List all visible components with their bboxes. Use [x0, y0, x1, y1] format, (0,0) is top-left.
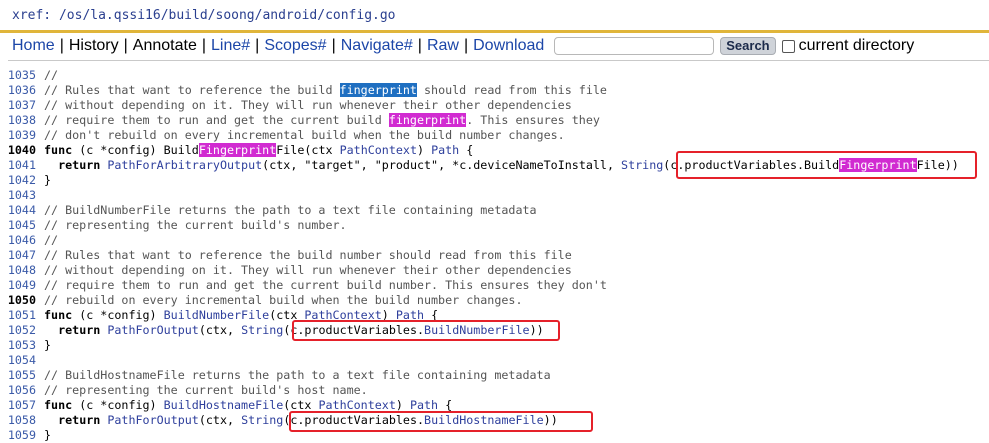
- code-text: // don't rebuild on every incremental bu…: [44, 128, 565, 142]
- code-text: func (c *config) BuildHostnameFile(ctx P…: [44, 398, 453, 412]
- line-number[interactable]: 1038: [0, 113, 44, 128]
- code-line: 1056// representing the current build's …: [0, 383, 989, 398]
- code-text: // BuildHostnameFile returns the path to…: [44, 368, 551, 382]
- current-directory-label: current directory: [798, 37, 915, 54]
- code-line: 1037// without depending on it. They wil…: [0, 98, 989, 113]
- line-number[interactable]: 1051: [0, 308, 44, 323]
- nav-navigate[interactable]: Navigate#: [341, 34, 413, 58]
- line-number[interactable]: 1043: [0, 188, 44, 203]
- line-number[interactable]: 1054: [0, 353, 44, 368]
- nav-scopes[interactable]: Scopes#: [264, 34, 326, 58]
- search-button[interactable]: Search: [720, 37, 776, 55]
- code-text: // without depending on it. They will ru…: [44, 263, 572, 277]
- code-line: 1043: [0, 188, 989, 203]
- nav-raw[interactable]: Raw: [427, 34, 459, 58]
- code-line: 1036// Rules that want to reference the …: [0, 83, 989, 98]
- code-line: 1046//: [0, 233, 989, 248]
- nav-separator: |: [201, 37, 206, 54]
- code-text: // rebuild on every incremental build wh…: [44, 293, 523, 307]
- search-input[interactable]: [554, 37, 715, 55]
- code-line: 1054: [0, 353, 989, 368]
- code-line: 1047// Rules that want to reference the …: [0, 248, 989, 263]
- code-text: func (c *config) BuildFingerprintFile(ct…: [44, 143, 474, 157]
- code-line: 1039// don't rebuild on every incrementa…: [0, 128, 989, 143]
- line-number[interactable]: 1057: [0, 398, 44, 413]
- line-number[interactable]: 1049: [0, 278, 44, 293]
- nav-line[interactable]: Line#: [211, 34, 250, 58]
- line-number[interactable]: 1042: [0, 173, 44, 188]
- nav-annotate[interactable]: Annotate: [133, 34, 197, 58]
- nav-separator: |: [255, 37, 260, 54]
- current-directory-checkbox[interactable]: [781, 39, 795, 53]
- highlight-box-1052: [292, 320, 560, 341]
- code-text: }: [44, 428, 52, 442]
- nav-history[interactable]: History: [69, 34, 119, 58]
- code-text: // without depending on it. They will ru…: [44, 98, 572, 112]
- line-number[interactable]: 1037: [0, 98, 44, 113]
- code-text: // Rules that want to reference the buil…: [44, 83, 607, 97]
- highlight-box-1058: [289, 411, 593, 432]
- code-line: 1044// BuildNumberFile returns the path …: [0, 203, 989, 218]
- nav-separator: |: [331, 37, 336, 54]
- nav-separator: |: [463, 37, 469, 54]
- code-text: }: [44, 173, 52, 187]
- line-number[interactable]: 1048: [0, 263, 44, 278]
- code-text: }: [44, 338, 52, 352]
- code-text: // require them to run and get the curre…: [44, 278, 607, 292]
- nav-bar: Home | History | Annotate | Line# | Scop…: [12, 34, 914, 58]
- line-number[interactable]: 1040: [0, 143, 44, 158]
- code-line: 1038// require them to run and get the c…: [0, 113, 989, 128]
- line-number[interactable]: 1041: [0, 158, 44, 173]
- code-line: 1050// rebuild on every incremental buil…: [0, 293, 989, 308]
- line-number[interactable]: 1050: [0, 293, 44, 308]
- line-number[interactable]: 1058: [0, 413, 44, 428]
- code-text: //: [44, 233, 59, 247]
- code-text: //: [44, 68, 59, 82]
- code-line: 1035//: [0, 68, 989, 83]
- line-number[interactable]: 1059: [0, 428, 44, 443]
- line-number[interactable]: 1036: [0, 83, 44, 98]
- code-text: // require them to run and get the curre…: [44, 113, 600, 127]
- line-number[interactable]: 1055: [0, 368, 44, 383]
- line-number[interactable]: 1046: [0, 233, 44, 248]
- line-number[interactable]: 1044: [0, 203, 44, 218]
- line-number[interactable]: 1053: [0, 338, 44, 353]
- code-line: 1049// require them to run and get the c…: [0, 278, 989, 293]
- line-number[interactable]: 1052: [0, 323, 44, 338]
- line-number[interactable]: 1047: [0, 248, 44, 263]
- code-line: 1048// without depending on it. They wil…: [0, 263, 989, 278]
- highlight-box-1041: [676, 151, 977, 179]
- code-text: // Rules that want to reference the buil…: [44, 248, 572, 262]
- header-divider: [0, 30, 989, 33]
- xref-path: xref: /os/la.qssi16/build/soong/android/…: [12, 8, 396, 23]
- nav-separator: |: [59, 37, 64, 54]
- nav-separator: |: [123, 37, 128, 54]
- code-text: // BuildNumberFile returns the path to a…: [44, 203, 537, 217]
- line-number[interactable]: 1039: [0, 128, 44, 143]
- nav-divider: [8, 60, 989, 61]
- nav-download[interactable]: Download: [473, 34, 544, 58]
- code-line: 1055// BuildHostnameFile returns the pat…: [0, 368, 989, 383]
- line-number[interactable]: 1056: [0, 383, 44, 398]
- code-text: // representing the current build's host…: [44, 383, 368, 397]
- code-line: 1045// representing the current build's …: [0, 218, 989, 233]
- code-text: // representing the current build's numb…: [44, 218, 347, 232]
- nav-home[interactable]: Home: [12, 34, 55, 58]
- line-number[interactable]: 1035: [0, 68, 44, 83]
- code-view: 1035//1036// Rules that want to referenc…: [0, 68, 989, 443]
- line-number[interactable]: 1045: [0, 218, 44, 233]
- nav-separator: |: [417, 37, 422, 54]
